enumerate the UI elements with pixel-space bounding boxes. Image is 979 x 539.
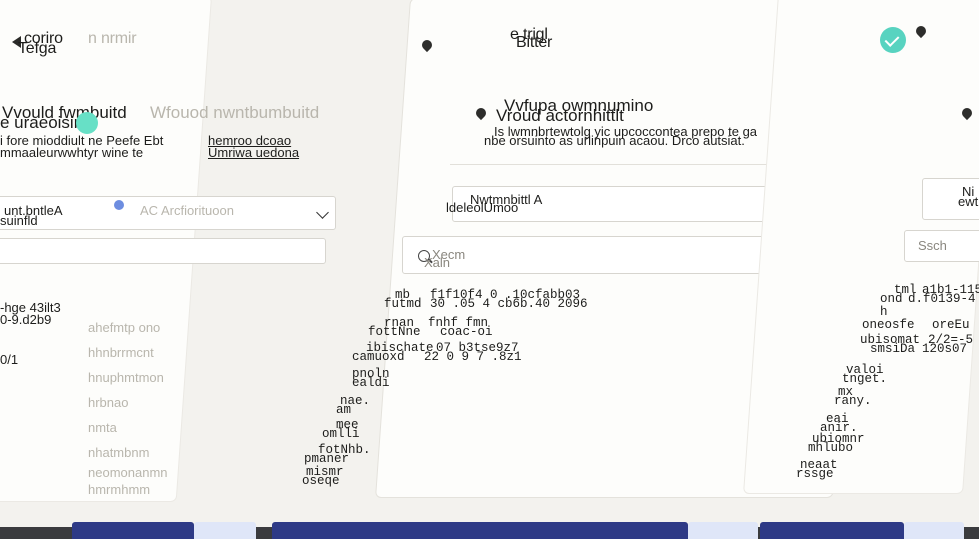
right-search-placeholder: Ssch — [918, 238, 947, 253]
center-row-key: futmd — [384, 297, 422, 311]
secondary-button[interactable] — [904, 522, 964, 539]
left-select-sub: suinfld — [0, 213, 38, 228]
pin-icon — [958, 108, 974, 126]
center-row-key: ealdi — [352, 376, 390, 390]
check-icon[interactable] — [880, 27, 906, 53]
left-ghost-6: nhatmbnm — [88, 445, 150, 460]
left-ghost-5: nmta — [88, 420, 117, 435]
center-title-b: Bitter — [516, 34, 553, 51]
center-row-key: camuoxd — [352, 350, 405, 364]
left-search-field[interactable] — [0, 238, 326, 264]
left-ghost-1: ahefmtp ono — [88, 320, 161, 335]
center-row-value: 22 0 9 7 .8z1 — [424, 350, 522, 364]
center-row-value: coac-oi — [440, 325, 493, 339]
center-row-key: oseqe — [302, 474, 340, 488]
left-ghost-7: neomonanmn — [88, 465, 168, 480]
right-row-value: d.f0139-4 — [908, 292, 976, 306]
center-heading-b: Vroud actornhittlt — [496, 106, 624, 125]
secondary-button[interactable] — [688, 522, 758, 539]
center-row-value: 30 .05 4 cb6b.40 2096 — [430, 297, 588, 311]
status-dot-icon — [76, 112, 98, 134]
center-row-key: fottNne — [368, 325, 421, 339]
pin-icon[interactable] — [912, 26, 928, 44]
right-row-key: rssge — [796, 467, 834, 481]
secondary-button[interactable] — [194, 522, 256, 539]
left-select-ghost: AC Arcfiorituoon — [140, 203, 234, 218]
right-row-key: mhlubo — [808, 441, 854, 455]
pin-icon — [472, 108, 488, 126]
left-list-3: 0/1 — [0, 352, 19, 367]
primary-button[interactable] — [760, 522, 904, 539]
left-title-b: Tefga — [18, 40, 57, 57]
pin-icon[interactable] — [418, 40, 434, 58]
center-row-key: pmaner — [304, 452, 350, 466]
left-desc-2: mmaaleurwwhtyr wine te — [0, 145, 144, 160]
left-list-2: 0-9.d2b9 — [0, 312, 52, 327]
right-row-key: rany. — [834, 394, 872, 408]
center-row-key: omlli — [322, 427, 360, 441]
primary-button[interactable] — [72, 522, 194, 539]
right-row-key: tnget. — [842, 372, 888, 386]
right-row-key: ond — [880, 292, 903, 306]
center-row-key: am — [336, 403, 352, 417]
right-row-key: oneosfe — [862, 318, 915, 332]
right-row-key: smsiDa — [870, 342, 916, 356]
center-search-sub: Xaln — [424, 255, 451, 270]
right-select-sub: ewt — [958, 194, 979, 209]
left-heading-ghost: Wfouod nwntbumbuitd — [150, 103, 320, 122]
right-row-key: h — [880, 305, 888, 319]
right-row-value: 120s07 — [922, 342, 968, 356]
left-desc-2-link[interactable]: Umriwa uedona — [208, 145, 299, 160]
center-select-bottom: ldeleolUmoo — [446, 200, 519, 215]
left-ghost-2: hhnbrrmcnt — [88, 345, 154, 360]
status-dot-icon — [114, 200, 124, 210]
left-ghost-8: hmrmhmm — [88, 482, 151, 497]
primary-button[interactable] — [272, 522, 688, 539]
left-title-ghost: n nrmir — [88, 30, 137, 47]
left-ghost-4: hrbnao — [88, 395, 129, 410]
right-row-value: oreEu — [932, 318, 970, 332]
center-desc-2: nbe orsuinto as urlinpuin acaou. Drco au… — [484, 133, 745, 148]
left-ghost-3: hnuphmtmon — [88, 370, 164, 385]
